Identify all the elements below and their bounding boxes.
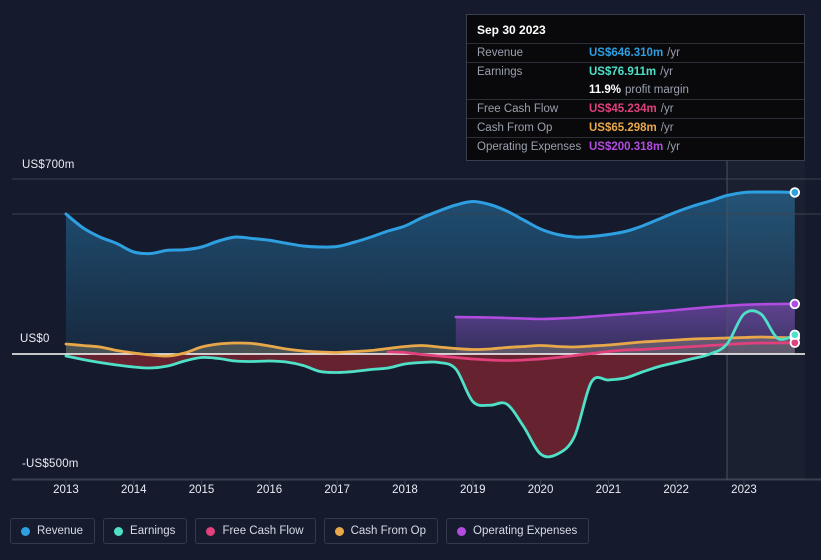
tooltip-row-unit: /yr: [660, 122, 674, 134]
tooltip-row-label: Cash From Op: [477, 122, 553, 134]
x-axis-tick-2023: 2023: [731, 484, 757, 496]
tooltip-row-value: US$200.318m: [589, 141, 664, 153]
tooltip-rows: Revenue US$646.310m/yr Earnings US$76.911m /…: [467, 43, 804, 156]
legend-dot-icon: [206, 526, 216, 536]
tooltip-profit-margin: 11.9% profit margin: [467, 81, 804, 99]
legend-item-earnings[interactable]: Earnings: [103, 518, 188, 544]
tooltip-row-earnings: Earnings US$76.911m/yr: [467, 62, 804, 81]
tooltip-date: Sep 30 2023: [477, 23, 546, 37]
x-axis-tick-2022: 2022: [663, 484, 689, 496]
legend-item-label: Cash From Op: [350, 525, 427, 537]
legend-dot-icon: [21, 526, 30, 536]
chart-legend[interactable]: Revenue Earnings Free Cash Flow Cash From O…: [10, 518, 590, 544]
legend-item-label: Earnings: [130, 525, 176, 537]
x-axis-tick-2014: 2014: [120, 484, 147, 496]
legend-item-label: Free Cash Flow: [222, 525, 304, 537]
x-axis-tick-2019: 2019: [459, 484, 486, 496]
x-axis-tick-2017: 2017: [324, 484, 350, 496]
tooltip-row-cash-from-op: Cash From Op US$65.298m/yr: [467, 118, 804, 137]
legend-item-revenue[interactable]: Revenue: [10, 518, 96, 544]
tooltip-row-operating-expenses: Operating Expenses US$200.318m/yr: [467, 137, 804, 156]
tooltip-row-unit: /yr: [667, 141, 680, 153]
tooltip-row-value: US$76.911m: [589, 66, 657, 78]
tooltip-row-value: US$45.234m: [589, 103, 657, 115]
x-axis-tick-2018: 2018: [392, 484, 418, 496]
tooltip-margin-value: 11.9%: [589, 84, 621, 96]
tooltip-row-label: Operating Expenses: [477, 141, 582, 153]
legend-dot-icon: [334, 526, 344, 536]
legend-dot-icon: [457, 526, 467, 536]
tooltip-margin-text: profit margin: [624, 84, 689, 96]
tooltip-row-unit: /yr: [660, 103, 674, 115]
x-axis-tick-2015: 2015: [188, 484, 215, 496]
x-axis-tick-2016: 2016: [256, 484, 283, 496]
legend-item-operating-expenses[interactable]: Operating Expenses: [446, 518, 590, 544]
tooltip-row-revenue: Revenue US$646.310m/yr: [467, 43, 804, 62]
x-axis-tick-2020: 2020: [527, 484, 554, 496]
legend-item-free-cash-flow[interactable]: Free Cash Flow: [195, 518, 316, 544]
tooltip-row-unit: /yr: [667, 47, 680, 59]
tooltip-row-free-cash-flow: Free Cash Flow US$45.234m/yr: [467, 99, 804, 118]
legend-item-label: Operating Expenses: [473, 525, 578, 537]
x-axis-tick-2021: 2021: [595, 484, 622, 496]
x-axis-tick-2013: 2013: [53, 484, 79, 496]
tooltip-row-unit: /yr: [660, 66, 673, 78]
tooltip-row-label: Earnings: [477, 66, 523, 78]
y-axis-label-bottom: -US$500m: [22, 458, 79, 470]
tooltip-row-value: US$646.310m: [589, 47, 664, 59]
y-axis-label-top: US$700m: [22, 159, 75, 171]
legend-item-label: Revenue: [37, 525, 84, 537]
tooltip-row-value: US$65.298m: [589, 122, 657, 134]
legend-dot-icon: [114, 526, 124, 536]
tooltip-row-label: Revenue: [477, 47, 524, 59]
tooltip-row-label: Free Cash Flow: [477, 103, 559, 115]
chart-tooltip: Sep 30 2023 Revenue US$646.310m/yr Earning…: [466, 14, 805, 161]
y-axis-label-zero: US$0: [20, 333, 50, 345]
legend-item-cash-from-op[interactable]: Cash From Op: [323, 518, 439, 544]
